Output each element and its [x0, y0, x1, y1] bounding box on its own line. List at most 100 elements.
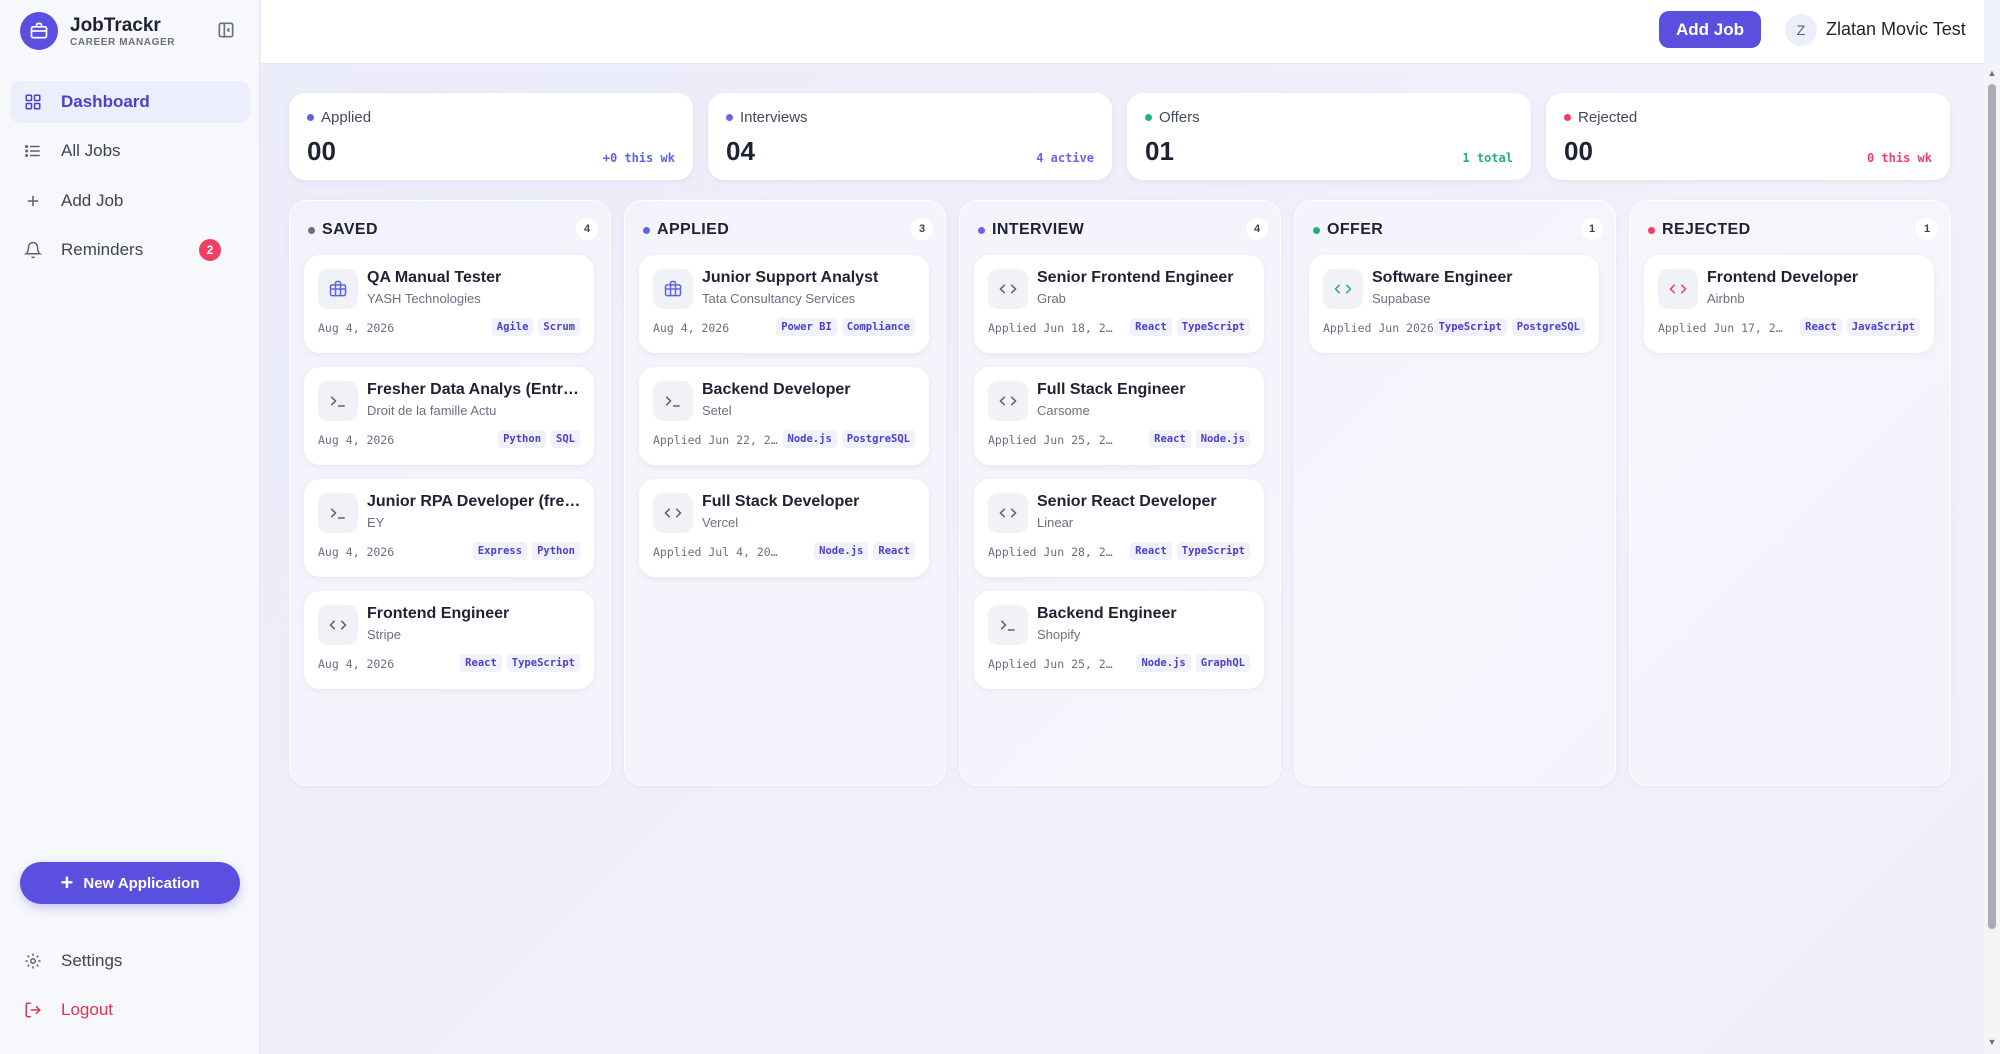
terminal-icon: [318, 493, 358, 533]
briefcase-icon: [653, 269, 693, 309]
add-job-button[interactable]: Add Job: [1659, 11, 1761, 48]
skill-tag: TypeScript: [1433, 318, 1507, 336]
column-title-text: REJECTED: [1662, 221, 1751, 238]
job-title[interactable]: Backend Developer: [702, 381, 920, 399]
stat-label-text: Interviews: [740, 109, 808, 126]
skill-tag: React: [1149, 430, 1191, 448]
sidebar-item-logout[interactable]: Logout: [10, 989, 250, 1031]
grid-icon: [22, 91, 44, 113]
stat-note: +0 this wk: [602, 151, 675, 165]
new-application-button[interactable]: + New Application: [20, 862, 240, 904]
skill-tag: Node.js: [782, 430, 837, 448]
job-card[interactable]: Junior Support Analyst Tata Consultancy S…: [639, 255, 929, 353]
job-card[interactable]: Full Stack Developer Vercel Applied Jul 4,…: [639, 479, 929, 577]
code-icon: [988, 269, 1028, 309]
status-dot-icon: [307, 114, 314, 121]
skill-tag: Node.js: [814, 542, 869, 560]
company-name: Droit de la famille Actu: [367, 403, 497, 418]
status-dot-icon: [1648, 226, 1655, 234]
job-title[interactable]: QA Manual Tester: [367, 269, 585, 287]
skill-tag: TypeScript: [1176, 318, 1250, 336]
job-title[interactable]: Fresher Data Analys (Entry Level): [367, 381, 585, 399]
job-title[interactable]: Junior RPA Developer (fresher): [367, 493, 585, 511]
stat-label-text: Applied: [321, 109, 372, 126]
job-date: Applied Jul 4, 2026: [653, 545, 779, 559]
gear-icon: [22, 950, 44, 972]
tag-list: Node.js GraphQL: [1131, 654, 1250, 672]
job-card[interactable]: Junior RPA Developer (fresher) EY Aug 4, 2…: [304, 479, 594, 577]
avatar[interactable]: Z: [1785, 14, 1817, 46]
column-title: SAVED: [308, 221, 378, 239]
stat-label: Rejected: [1564, 109, 1637, 126]
job-title[interactable]: Frontend Developer: [1707, 269, 1925, 287]
column-count: 1: [1916, 218, 1938, 240]
job-date: Aug 4, 2026: [318, 433, 395, 447]
skill-tag: TypeScript: [1176, 542, 1250, 560]
job-title[interactable]: Frontend Engineer: [367, 605, 585, 623]
sidebar-item-label: Add Job: [61, 191, 124, 210]
job-card[interactable]: QA Manual Tester YASH Technologies Aug 4, …: [304, 255, 594, 353]
job-card[interactable]: Backend Developer Setel Applied Jun 22, 20…: [639, 367, 929, 465]
job-card[interactable]: Frontend Developer Airbnb Applied Jun 17, …: [1644, 255, 1934, 353]
skill-tag: SQL: [551, 430, 580, 448]
job-title[interactable]: Software Engineer: [1372, 269, 1590, 287]
sidebar-item-label: All Jobs: [61, 141, 121, 160]
stat-label-text: Offers: [1159, 109, 1200, 126]
sidebar-item-settings[interactable]: Settings: [10, 940, 250, 982]
job-title[interactable]: Junior Support Analyst: [702, 269, 920, 287]
tag-list: React Node.js: [1144, 430, 1250, 448]
column-title-text: APPLIED: [657, 221, 730, 238]
skill-tag: Scrum: [538, 318, 580, 336]
code-icon: [988, 493, 1028, 533]
status-dot-icon: [726, 114, 733, 121]
column-count: 4: [1246, 218, 1268, 240]
column-title: OFFER: [1313, 221, 1383, 239]
sidebar-item-dashboard[interactable]: Dashboard: [10, 81, 250, 123]
company-name: Linear: [1037, 515, 1074, 530]
stat-note: 0 this wk: [1866, 151, 1932, 165]
stat-card-rejected: Rejected 00 0 this wk: [1546, 93, 1950, 180]
job-card[interactable]: Senior Frontend Engineer Grab Applied Jun …: [974, 255, 1264, 353]
stat-card-applied: Applied 00 +0 this wk: [289, 93, 693, 180]
company-name: EY: [367, 515, 385, 530]
kanban-column-offer: OFFER 1 Software Engineer Supabase Applied J…: [1294, 200, 1616, 786]
new-application-label: New Application: [83, 874, 200, 892]
skill-tag: Python: [498, 430, 547, 448]
code-icon: [653, 493, 693, 533]
stat-value: 01: [1145, 136, 1174, 166]
sidebar-item-all-jobs[interactable]: All Jobs: [10, 130, 250, 172]
tag-list: Node.js React: [809, 542, 915, 560]
sidebar-collapse-icon[interactable]: [216, 20, 236, 40]
job-card[interactable]: Backend Engineer Shopify Applied Jun 25, 2…: [974, 591, 1264, 689]
job-date: Aug 4, 2026: [318, 545, 395, 559]
skill-tag: Compliance: [841, 318, 915, 336]
job-card[interactable]: Frontend Engineer Stripe Aug 4, 2026 React T…: [304, 591, 594, 689]
brand[interactable]: JobTrackr CAREER MANAGER: [20, 12, 175, 50]
job-card[interactable]: Software Engineer Supabase Applied Jun 202…: [1309, 255, 1599, 353]
scrollbar-thumb[interactable]: [1988, 84, 1996, 929]
stat-note: 4 active: [1036, 151, 1094, 165]
username[interactable]: Zlatan Movic Test: [1826, 19, 1966, 40]
column-title-text: OFFER: [1327, 221, 1384, 238]
job-card[interactable]: Full Stack Engineer Carsome Applied Jun 25…: [974, 367, 1264, 465]
skill-tag: Node.js: [1195, 430, 1250, 448]
briefcase-icon: [318, 269, 358, 309]
job-title[interactable]: Full Stack Developer: [702, 493, 920, 511]
tag-list: React TypeScript: [455, 654, 580, 672]
column-title: INTERVIEW: [978, 221, 1084, 239]
sidebar-item-add-job[interactable]: Add Job: [10, 180, 250, 222]
job-title[interactable]: Backend Engineer: [1037, 605, 1255, 623]
brand-name: JobTrackr: [70, 14, 161, 36]
scroll-up-arrow-icon[interactable]: ▲: [1986, 67, 1998, 79]
reminders-badge: 2: [199, 239, 221, 261]
job-title[interactable]: Full Stack Engineer: [1037, 381, 1255, 399]
job-card[interactable]: Senior React Developer Linear Applied Jun …: [974, 479, 1264, 577]
stat-label: Applied: [307, 109, 371, 126]
stat-label: Interviews: [726, 109, 808, 126]
skill-tag: Node.js: [1136, 654, 1191, 672]
stat-value: 04: [726, 136, 755, 166]
scroll-down-arrow-icon[interactable]: ▼: [1986, 1036, 1998, 1048]
job-title[interactable]: Senior Frontend Engineer: [1037, 269, 1255, 287]
job-card[interactable]: Fresher Data Analys (Entry Level) Droit d…: [304, 367, 594, 465]
job-title[interactable]: Senior React Developer: [1037, 493, 1255, 511]
